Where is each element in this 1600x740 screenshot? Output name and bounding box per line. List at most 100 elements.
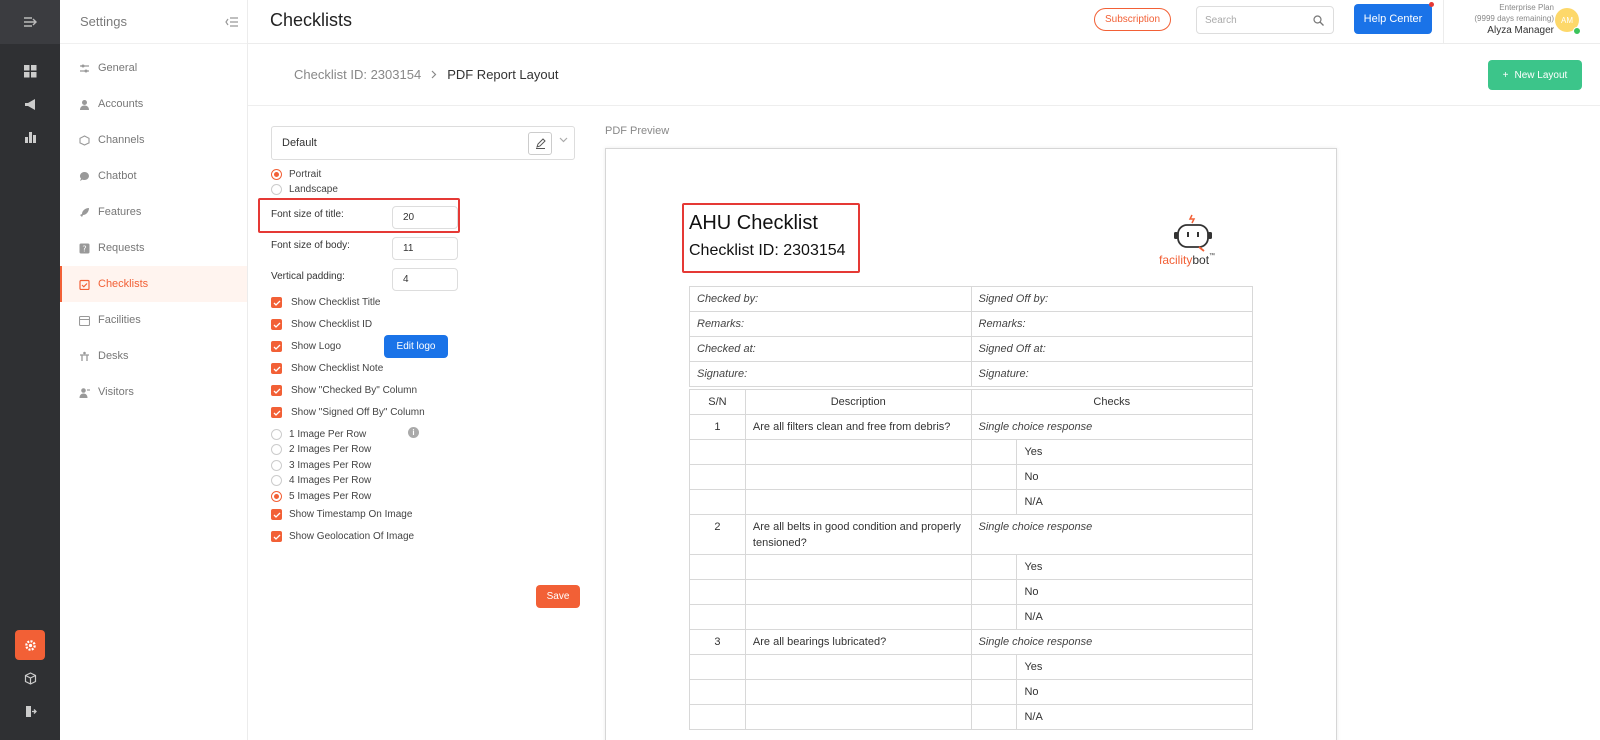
package-icon (24, 671, 36, 685)
radio-button[interactable] (271, 475, 282, 486)
checkbox-checked[interactable] (271, 531, 282, 542)
pdf-title: AHU Checklist (689, 212, 818, 234)
images-per-row-4-radio[interactable]: 4 Images Per Row (271, 475, 371, 486)
search-input[interactable] (1205, 14, 1313, 26)
checkbox-label: Show Checklist ID (291, 319, 373, 330)
show-signed-off-by-column-checkbox[interactable]: Show "Signed Off By" Column (271, 407, 425, 418)
sidebar-item-visitors[interactable]: Visitors (60, 374, 247, 410)
table-row: 3 Are all bearings lubricated? Single ch… (689, 629, 1254, 655)
desk-icon (78, 350, 90, 362)
checkbox-checked[interactable] (271, 385, 282, 396)
package-nav-button[interactable] (0, 663, 60, 693)
checked-by-cell: Checked by: (689, 286, 972, 312)
search-icon[interactable] (1313, 14, 1324, 26)
subscription-button[interactable]: Subscription (1094, 8, 1172, 31)
show-checklist-title-checkbox[interactable]: Show Checklist Title (271, 297, 380, 308)
table-row: N/A (689, 704, 1253, 730)
new-layout-button[interactable]: + New Layout (1488, 60, 1582, 90)
show-logo-checkbox[interactable]: Show Logo (271, 341, 341, 352)
radio-label: 5 Images Per Row (289, 491, 372, 502)
column-header-description: Description (744, 389, 972, 415)
analytics-nav-button[interactable] (0, 122, 60, 152)
radio-button[interactable] (271, 184, 282, 195)
show-checked-by-column-checkbox[interactable]: Show "Checked By" Column (271, 385, 417, 396)
radio-button[interactable] (271, 429, 282, 440)
breadcrumb-parent-link[interactable]: Checklist ID: 2303154 (294, 67, 421, 82)
checkbox-checked[interactable] (271, 407, 282, 418)
settings-nav-button[interactable] (0, 630, 60, 660)
signed-off-at-cell: Signed Off at: (970, 336, 1253, 362)
sidebar-item-accounts[interactable]: Accounts (60, 86, 247, 122)
rocket-icon (78, 206, 90, 218)
vertical-padding-input[interactable]: 4 (392, 268, 458, 291)
checkbox-label: Show "Checked By" Column (291, 385, 418, 396)
radio-button-selected[interactable] (271, 169, 282, 180)
checkbox-checked[interactable] (271, 297, 282, 308)
edit-logo-button[interactable]: Edit logo (384, 335, 448, 358)
layout-select[interactable]: Default (271, 126, 575, 160)
checkbox-checked[interactable] (271, 319, 282, 330)
signature-cell: Signature: (689, 361, 972, 387)
option-cell: No (1016, 464, 1253, 490)
help-center-button[interactable]: Help Center (1354, 4, 1432, 34)
sidebar-item-general[interactable]: General (60, 50, 247, 86)
radio-label: 4 Images Per Row (289, 475, 372, 486)
show-timestamp-on-image-checkbox[interactable]: Show Timestamp On Image (271, 509, 412, 520)
table-row: Checked by: Signed Off by: (689, 286, 1253, 312)
save-button[interactable]: Save (536, 585, 580, 608)
sidebar-header: Settings (60, 0, 247, 44)
images-per-row-5-radio[interactable]: 5 Images Per Row (271, 491, 371, 502)
dashboard-nav-button[interactable] (0, 56, 60, 86)
expand-menu-icon (24, 17, 37, 27)
title-font-input[interactable]: 20 (392, 206, 458, 229)
show-geolocation-of-image-checkbox[interactable]: Show Geolocation Of Image (271, 531, 414, 542)
sidebar-item-chatbot[interactable]: Chatbot (60, 158, 247, 194)
facilitybot-logo: facilitybot™ (1159, 213, 1229, 269)
remarks-cell: Remarks: (689, 311, 972, 337)
expand-menu-button[interactable] (0, 0, 60, 44)
sidebar-item-label: Accounts (98, 98, 144, 110)
column-header-sn: S/N (689, 389, 746, 415)
radio-button[interactable] (271, 460, 282, 471)
info-icon[interactable]: i (408, 427, 419, 438)
checkbox-checked[interactable] (271, 341, 282, 352)
images-per-row-3-radio[interactable]: 3 Images Per Row (271, 460, 371, 471)
sidebar-item-label: Features (98, 206, 142, 218)
question-sn: 3 (689, 629, 746, 655)
sidebar-item-desks[interactable]: Desks (60, 338, 247, 374)
sidebar-item-channels[interactable]: Channels (60, 122, 247, 158)
sidebar-title: Settings (80, 14, 127, 29)
layout-select-value: Default (282, 137, 317, 149)
show-checklist-id-checkbox[interactable]: Show Checklist ID (271, 319, 372, 330)
radio-button[interactable] (271, 444, 282, 455)
user-name[interactable]: Alyza Manager (1434, 24, 1554, 37)
megaphone-nav-button[interactable] (0, 89, 60, 119)
logo-wordmark: facilitybot™ (1159, 253, 1215, 267)
pdf-preview-label: PDF Preview (605, 125, 670, 137)
icon-rail (0, 0, 60, 740)
edit-layout-button[interactable] (528, 132, 552, 155)
option-cell: N/A (1016, 489, 1253, 515)
collapse-sidebar-icon[interactable] (225, 16, 239, 28)
sidebar-item-requests[interactable]: ? Requests (60, 230, 247, 266)
orientation-portrait-radio[interactable]: Portrait (271, 169, 321, 180)
title-font-label: Font size of title: (271, 209, 344, 220)
images-per-row-2-radio[interactable]: 2 Images Per Row (271, 444, 371, 455)
top-header: Checklists Subscription Help Center Ente… (248, 0, 1600, 44)
question-square-icon: ? (78, 242, 90, 254)
images-per-row-1-radio[interactable]: 1 Image Per Row (271, 429, 366, 440)
sidebar-item-checklists[interactable]: Checklists (60, 266, 247, 302)
sidebar-item-features[interactable]: Features (60, 194, 247, 230)
option-cell: No (1016, 579, 1253, 605)
checkbox-checked[interactable] (271, 363, 282, 374)
calendar-icon (78, 314, 90, 326)
orientation-landscape-radio[interactable]: Landscape (271, 184, 338, 195)
show-checklist-note-checkbox[interactable]: Show Checklist Note (271, 363, 383, 374)
table-row: Yes (689, 554, 1253, 580)
radio-button-selected[interactable] (271, 491, 282, 502)
logout-nav-button[interactable] (0, 696, 60, 726)
body-font-input[interactable]: 11 (392, 237, 458, 260)
checkbox-label: Show Geolocation Of Image (289, 531, 415, 542)
checkbox-checked[interactable] (271, 509, 282, 520)
sidebar-item-facilities[interactable]: Facilities (60, 302, 247, 338)
